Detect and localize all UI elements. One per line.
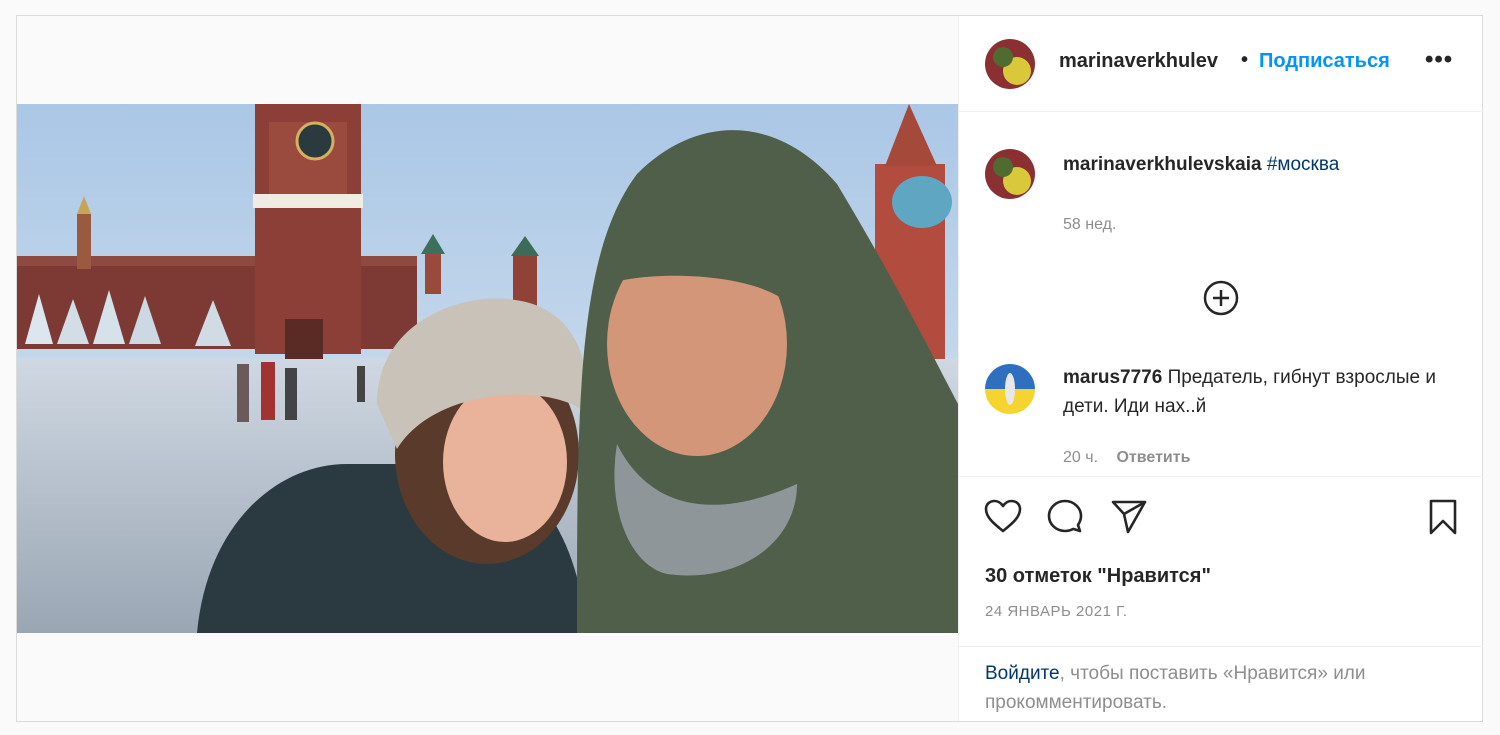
bookmark-icon xyxy=(1429,499,1457,535)
save-button[interactable] xyxy=(1423,497,1463,537)
like-button[interactable] xyxy=(983,497,1023,537)
author-avatar[interactable] xyxy=(985,39,1035,89)
post-card: marinaverkhulev • Подписаться ••• marina… xyxy=(16,15,1483,722)
post-date[interactable]: 24 ЯНВАРЬ 2021 Г. xyxy=(985,603,1128,620)
share-icon xyxy=(1111,500,1147,534)
commenter-avatar[interactable] xyxy=(985,364,1035,414)
comment-age[interactable]: 20 ч. xyxy=(1063,449,1098,466)
caption-avatar[interactable] xyxy=(985,149,1035,199)
author-username[interactable]: marinaverkhulev xyxy=(1059,50,1218,73)
post-media xyxy=(17,16,958,721)
comments-section: marinaverkhulevskaia #москва 58 нед. mar… xyxy=(959,112,1483,474)
post-actions: 30 отметок "Нравится" 24 ЯНВАРЬ 2021 Г. xyxy=(959,476,1483,647)
login-prompt: Войдите, чтобы поставить «Нравится» или … xyxy=(959,646,1483,722)
caption: marinaverkhulevskaia #москва xyxy=(1063,150,1339,179)
login-link[interactable]: Войдите xyxy=(985,663,1060,684)
avatar-image xyxy=(985,364,1035,414)
post-sidebar: marinaverkhulev • Подписаться ••• marina… xyxy=(958,16,1483,721)
login-prompt-text: Войдите, чтобы поставить «Нравится» или … xyxy=(985,659,1455,717)
avatar-image xyxy=(985,39,1035,89)
share-button[interactable] xyxy=(1109,497,1149,537)
follow-button[interactable]: Подписаться xyxy=(1259,50,1390,73)
post-header: marinaverkhulev • Подписаться ••• xyxy=(959,16,1483,112)
comment-button[interactable] xyxy=(1045,497,1085,537)
caption-hashtag[interactable]: #москва xyxy=(1267,154,1339,175)
plus-circle-icon xyxy=(1203,280,1239,316)
comment: marus7776 Предатель, гибнут взрослые и д… xyxy=(1063,363,1443,421)
comment-icon xyxy=(1047,499,1083,533)
load-more-comments-button[interactable] xyxy=(1202,279,1240,317)
header-separator-dot: • xyxy=(1241,49,1249,71)
comment-meta: 20 ч. Ответить xyxy=(1063,449,1190,467)
avatar-image xyxy=(985,149,1035,199)
caption-username[interactable]: marinaverkhulevskaia xyxy=(1063,154,1262,175)
likes-count[interactable]: 30 отметок "Нравится" xyxy=(985,565,1211,588)
comment-username[interactable]: marus7776 xyxy=(1063,367,1162,388)
reply-button[interactable]: Ответить xyxy=(1116,449,1190,466)
caption-age[interactable]: 58 нед. xyxy=(1063,216,1116,234)
post-photo[interactable] xyxy=(17,104,958,633)
photo-illustration xyxy=(17,104,958,633)
heart-icon xyxy=(984,499,1022,533)
more-options-icon[interactable]: ••• xyxy=(1425,46,1453,74)
